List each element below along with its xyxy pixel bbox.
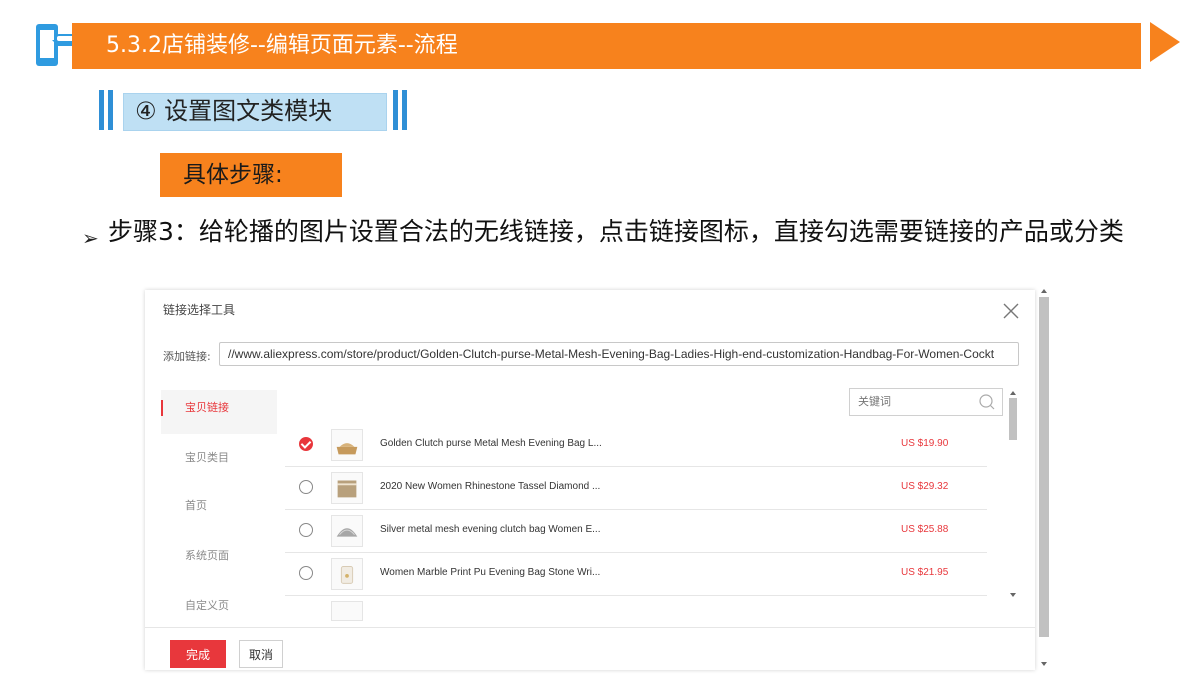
section-bar-right-outer	[402, 90, 407, 130]
product-row[interactable]: Women Marble Print Pu Evening Bag Stone …	[285, 553, 987, 596]
link-input-label: 添加链接:	[163, 350, 211, 363]
product-price: US $19.90	[901, 438, 949, 449]
sidebar-item-home[interactable]: 首页	[161, 488, 277, 532]
section-bar-right-inner	[393, 90, 398, 130]
sidebar-item-label: 宝贝类目	[185, 451, 229, 464]
product-row[interactable]: 2020 New Women Rhinestone Tassel Diamond…	[285, 467, 987, 510]
sidebar-item-label: 宝贝链接	[185, 401, 229, 414]
link-url-input[interactable]	[219, 342, 1019, 366]
keyword-search-input[interactable]	[850, 389, 986, 415]
sidebar-item-label: 首页	[185, 499, 207, 512]
product-price: US $29.32	[901, 481, 949, 492]
section-bar-left-outer	[99, 90, 104, 130]
product-radio[interactable]	[299, 480, 313, 494]
product-thumbnail	[331, 472, 363, 504]
search-icon[interactable]	[978, 393, 996, 411]
confirm-button[interactable]: 完成	[170, 640, 226, 668]
product-name: Golden Clutch purse Metal Mesh Evening B…	[380, 438, 602, 449]
steps-label: 具体步骤:	[183, 162, 283, 188]
dialog-title: 链接选择工具	[163, 303, 236, 317]
sidebar-item-label: 自定义页	[185, 599, 229, 612]
page-scrollbar[interactable]	[1038, 285, 1050, 670]
next-arrow-icon	[1150, 22, 1180, 62]
product-radio[interactable]	[299, 437, 313, 451]
product-price: US $25.88	[901, 524, 949, 535]
sidebar-item-product-category[interactable]: 宝贝类目	[161, 440, 277, 484]
product-name: Silver metal mesh evening clutch bag Wom…	[380, 524, 601, 535]
product-thumbnail	[331, 558, 363, 590]
bullet-arrow-icon: ➢	[82, 226, 99, 250]
sidebar-item-label: 系统页面	[185, 549, 229, 562]
product-radio[interactable]	[299, 566, 313, 580]
product-radio[interactable]	[299, 523, 313, 537]
product-name: 2020 New Women Rhinestone Tassel Diamond…	[380, 481, 601, 492]
list-scrollbar[interactable]	[1008, 388, 1018, 602]
section-label: ④ 设置图文类模块	[135, 97, 333, 125]
product-row-partial	[285, 596, 987, 639]
sidebar-item-custom-page[interactable]: 自定义页	[161, 588, 277, 632]
product-price: US $21.95	[901, 567, 949, 578]
product-thumbnail	[331, 515, 363, 547]
keyword-search	[849, 388, 1003, 416]
link-type-sidebar: 宝贝链接 宝贝类目 首页 系统页面 自定义页	[161, 390, 277, 620]
section-bar-left-inner	[108, 90, 113, 130]
slide-title: 5.3.2店铺装修--编辑页面元素--流程	[106, 33, 458, 58]
sidebar-item-product-link[interactable]: 宝贝链接	[161, 390, 277, 434]
close-icon[interactable]	[1002, 302, 1020, 320]
sidebar-item-system-page[interactable]: 系统页面	[161, 538, 277, 582]
active-marker	[161, 400, 163, 416]
product-row[interactable]: Silver metal mesh evening clutch bag Wom…	[285, 510, 987, 553]
link-selector-dialog: 链接选择工具 添加链接: 宝贝链接 宝贝类目 首页 系统页面 自定义页	[145, 290, 1035, 670]
product-thumbnail	[331, 429, 363, 461]
cancel-button[interactable]: 取消	[239, 640, 283, 668]
product-thumbnail	[331, 601, 363, 621]
instruction-text: 步骤3：给轮播的图片设置合法的无线链接，点击链接图标，直接勾选需要链接的产品或分…	[108, 217, 1124, 246]
footer-divider	[145, 627, 1035, 628]
product-row[interactable]: Golden Clutch purse Metal Mesh Evening B…	[285, 424, 987, 467]
product-name: Women Marble Print Pu Evening Bag Stone …	[380, 567, 601, 578]
